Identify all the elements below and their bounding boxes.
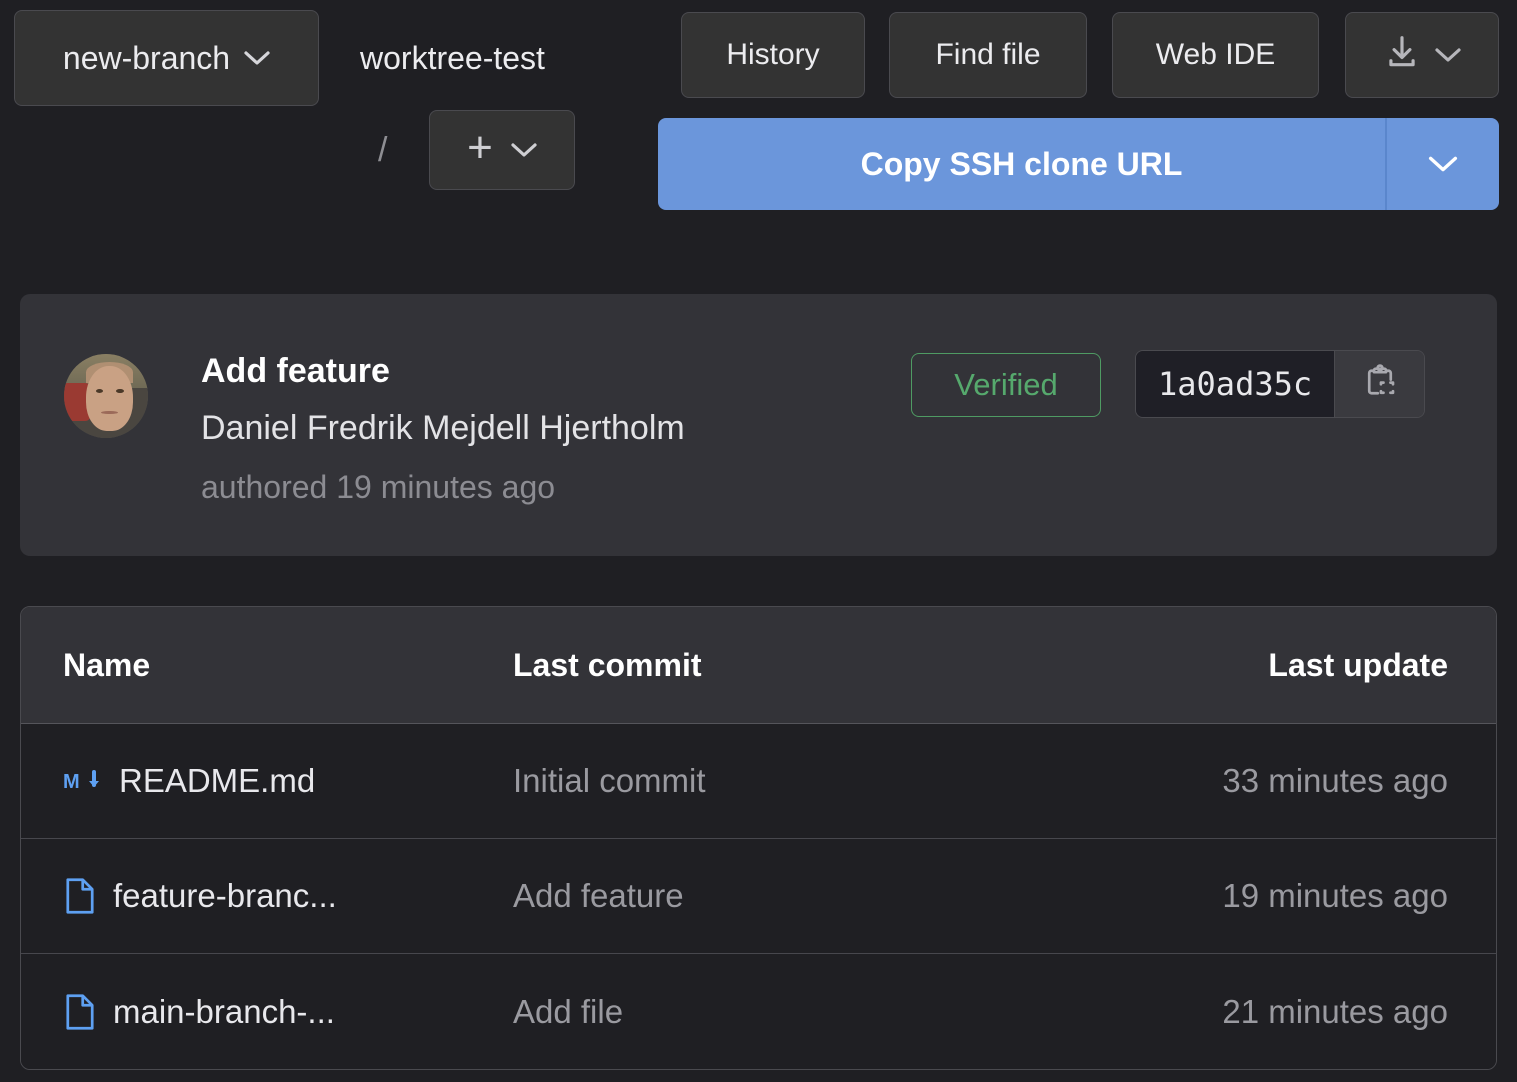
web-ide-button[interactable]: Web IDE [1112,12,1319,98]
chevron-down-icon [1428,155,1458,173]
file-last-commit[interactable]: Add feature [513,877,1147,915]
file-last-update: 21 minutes ago [1222,992,1448,1030]
repository-file-browser: new-branch worktree-test / + History Fin… [0,0,1517,1082]
chevron-down-icon [511,142,537,158]
last-commit-card: Add feature Daniel Fredrik Mejdell Hjert… [20,294,1497,556]
file-link[interactable]: main-branch-... [113,993,335,1031]
file-icon [63,877,97,915]
file-last-update: 33 minutes ago [1222,762,1448,799]
repository-toolbar: new-branch worktree-test / + History Fin… [0,0,1517,210]
download-icon [1383,33,1421,77]
breadcrumb-separator: / [378,131,388,169]
download-button[interactable] [1345,12,1499,98]
add-to-tree-button[interactable]: + [429,110,575,190]
branch-selector-button[interactable]: new-branch [14,10,319,106]
column-header-last-update: Last update [1268,646,1448,683]
file-link[interactable]: README.md [119,762,315,800]
plus-icon: + [467,123,493,172]
table-row[interactable]: main-branch-... Add file 21 minutes ago [21,954,1496,1069]
clone-dropdown-button[interactable] [1387,118,1499,210]
commit-authored-time: authored 19 minutes ago [201,469,556,505]
table-row[interactable]: M README.md Initial commit 33 minutes ag… [21,724,1496,839]
branch-selector-label: new-branch [62,40,231,76]
file-name-cell: main-branch-... [21,993,513,1031]
chevron-down-icon [244,50,270,66]
status-badge-verified[interactable]: Verified [911,353,1101,417]
clipboard-icon [1361,363,1399,406]
commit-sha-group: 1a0ad35c [1135,350,1426,418]
column-header-last-commit: Last commit [513,646,702,683]
history-button[interactable]: History [681,12,865,98]
column-header-name: Name [63,646,151,683]
file-last-commit[interactable]: Initial commit [513,762,1147,800]
find-file-button[interactable]: Find file [889,12,1087,98]
table-header-row: Name Last commit Last update [21,607,1496,724]
web-ide-button-label: Web IDE [1155,38,1276,71]
avatar[interactable] [64,354,148,438]
clone-button-group: Copy SSH clone URL [658,118,1499,210]
chevron-down-icon [1435,47,1461,63]
commit-title[interactable]: Add feature [201,350,390,392]
file-tree-table: Name Last commit Last update M README.md… [20,606,1497,1070]
verified-badge-label: Verified [954,367,1058,402]
history-button-label: History [726,38,820,71]
copy-ssh-clone-url-label: Copy SSH clone URL [860,145,1183,182]
commit-author-name[interactable]: Daniel Fredrik Mejdell Hjertholm [201,407,685,449]
file-last-commit[interactable]: Add file [513,993,1147,1031]
breadcrumb-repo-name[interactable]: worktree-test [360,38,545,78]
copy-commit-sha-button[interactable] [1334,351,1425,417]
copy-ssh-clone-url-button[interactable]: Copy SSH clone URL [658,118,1387,210]
table-row[interactable]: feature-branc... Add feature 19 minutes … [21,839,1496,954]
commit-sha[interactable]: 1a0ad35c [1136,351,1335,417]
svg-text:M: M [63,771,80,793]
markdown-icon: M [63,768,103,794]
file-name-cell: feature-branc... [21,877,513,915]
find-file-button-label: Find file [935,38,1041,71]
file-name-cell: M README.md [21,762,513,800]
file-last-update: 19 minutes ago [1222,877,1448,914]
file-link[interactable]: feature-branc... [113,877,337,915]
file-icon [63,993,97,1031]
